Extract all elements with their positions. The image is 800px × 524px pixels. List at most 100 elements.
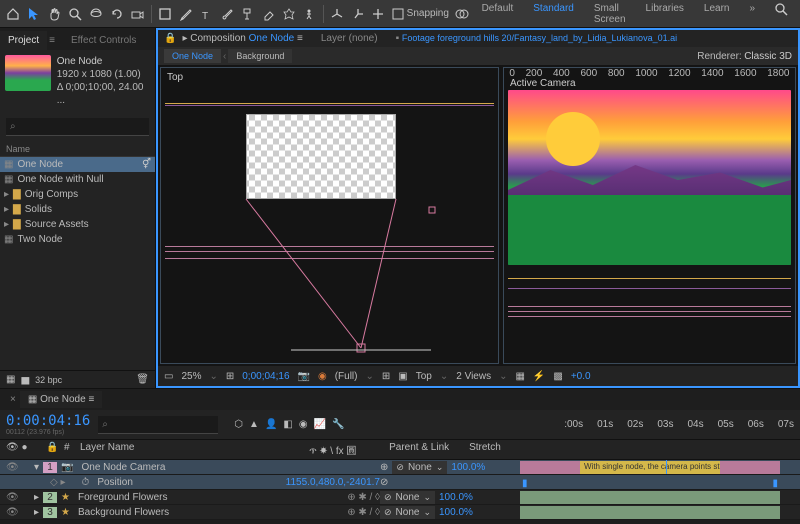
stretch-value[interactable]: 100.0% [439,507,473,518]
frame-blend-icon[interactable]: ◧ [283,419,292,430]
ws-more-icon[interactable]: » [743,0,761,29]
ws-learn[interactable]: Learn [698,0,736,29]
ws-standard[interactable]: Standard [527,0,580,29]
flowchart-icon[interactable]: ⚥ [142,159,151,170]
keyframe-icon[interactable]: ▮ [522,478,528,489]
project-item[interactable]: ▸▇Solids [0,202,155,217]
layer-name[interactable]: One Node Camera [77,462,380,473]
ws-libraries[interactable]: Libraries [640,0,690,29]
col-stretch[interactable]: Stretch [469,442,519,457]
ws-small[interactable]: Small Screen [588,0,632,29]
current-timecode[interactable]: 0:00:04:16 [6,413,90,429]
parent-dropdown[interactable]: ⊘ None ⌄ [380,506,435,519]
roto-tool-icon[interactable] [281,6,296,22]
search-help-icon[interactable] [769,0,794,29]
lock-icon[interactable]: 🔒 [164,33,176,44]
layer-row[interactable]: 👁▸2★Foreground Flowers⊕ ✱ / ◊⊘ None ⌄100… [0,490,800,505]
magnification-icon[interactable]: ▭ [164,371,173,382]
exposure-value[interactable]: +0.0 [571,371,591,382]
twirl-icon[interactable]: ▸ [4,204,9,215]
eraser-tool-icon[interactable] [261,6,276,22]
bpc-button[interactable]: 32 bpc [35,375,62,385]
brainstorm-icon[interactable]: 🔧 [332,419,344,430]
mask-icon[interactable]: ▣ [398,371,407,382]
tab-layer[interactable]: Layer (none) [321,33,378,44]
layer-marker[interactable]: With single node, the camera points stra… [580,461,720,474]
parent-dropdown[interactable]: ⊘ None ⌄ [392,461,447,474]
pen-tool-icon[interactable] [178,6,193,22]
brush-tool-icon[interactable] [219,6,234,22]
views-count-dropdown[interactable]: 2 Views [456,371,491,382]
visibility-toggle[interactable]: 👁 [6,492,16,503]
puppet-tool-icon[interactable] [302,6,317,22]
keyframe-nav-icon[interactable]: ◇ ▸ [50,477,66,488]
snapping-toggle[interactable]: Snapping [392,6,449,22]
stretch-value[interactable]: 100.0% [439,492,473,503]
motion-blur-icon[interactable]: ◉ [299,419,308,430]
clone-tool-icon[interactable] [240,6,255,22]
project-item[interactable]: ▦One Node⚥ [0,157,155,172]
fast-preview-icon[interactable]: ⚡ [533,371,545,382]
property-value[interactable]: 1155.0,480.0,-2401.7 [286,477,380,488]
tab-effect-controls[interactable]: Effect Controls [63,31,144,50]
shy-icon[interactable]: 👤 [265,419,277,430]
interpret-icon[interactable]: ▦ [6,374,15,385]
stretch-value[interactable]: 100.0% [451,462,485,473]
breadcrumb-item[interactable]: Background [228,49,292,63]
camera-tool-icon[interactable] [130,6,145,22]
project-item[interactable]: ▸▇Source Assets [0,217,155,232]
view-axis-icon[interactable] [371,6,386,22]
layer-bar[interactable] [520,506,780,519]
orbit-tool-icon[interactable] [89,6,104,22]
tab-composition[interactable]: Composition One Node [190,33,294,44]
layer-name[interactable]: Background Flowers [74,507,343,518]
timecode-display[interactable]: 0;00;04;16 [242,371,289,382]
project-item[interactable]: ▦One Node with Null [0,172,155,187]
playhead[interactable] [666,460,667,474]
shape-tool-icon[interactable] [158,6,173,22]
zoom-dropdown[interactable]: 25% [181,371,201,382]
parent-dropdown[interactable]: ⊘ None ⌄ [380,491,435,504]
active-camera-view[interactable]: 020040060080010001200140016001800 Active… [503,67,796,364]
home-icon[interactable] [6,6,21,22]
channel-icon[interactable]: ◉ [318,371,327,382]
local-axis-icon[interactable] [330,6,345,22]
delete-icon[interactable]: 🗑 [136,374,149,385]
type-tool-icon[interactable]: T [199,6,214,22]
zoom-tool-icon[interactable] [68,6,83,22]
timeline-tab[interactable]: ▦ One Node ≡ [20,391,102,408]
snapshot-icon[interactable]: 📷 [298,371,310,382]
tab-project[interactable]: Project [0,31,47,50]
layer-name[interactable]: Foreground Flowers [74,492,343,503]
keyframe-icon[interactable]: ▮ [772,478,778,489]
layer-search-input[interactable] [98,416,218,434]
visibility-toggle[interactable]: 👁 [6,462,16,473]
tab-footage[interactable]: ▪ Footage foreground hills 20/Fantasy_la… [396,33,678,44]
hand-tool-icon[interactable] [47,6,62,22]
name-column-header[interactable]: Name [0,142,155,157]
breadcrumb-item[interactable]: One Node [164,49,221,63]
mask-mode-icon[interactable] [455,6,470,22]
view-dropdown[interactable]: Top [416,371,432,382]
ws-default[interactable]: Default [476,0,520,29]
timeline-ruler[interactable]: :00s01s02s03s04s05s06s07s [564,419,794,430]
resolution-icon[interactable]: ⊞ [226,371,234,382]
grid-icon[interactable]: ⊞ [382,371,390,382]
property-row[interactable]: ◇ ▸⏱Position1155.0,480.0,-2401.7 ⊘ ▮▮ [0,475,800,490]
rotate-tool-icon[interactable] [109,6,124,22]
graph-editor-icon[interactable]: 📈 [314,419,326,430]
col-mode[interactable]: ጥ ☀ \ fx 圓 [309,442,389,457]
new-folder-icon[interactable]: ▅ [21,374,29,385]
quality-dropdown[interactable]: (Full) [335,371,358,382]
project-item[interactable]: ▦Two Node [0,232,155,247]
composition-flowchart-icon[interactable]: ⬡ [234,419,243,430]
stopwatch-icon[interactable]: ⏱ [70,477,90,488]
twirl-icon[interactable]: ▸ [4,219,9,230]
selection-tool-icon[interactable] [27,6,42,22]
layer-bar[interactable]: With single node, the camera points stra… [520,461,780,474]
visibility-toggle[interactable]: 👁 [6,507,16,518]
world-axis-icon[interactable] [350,6,365,22]
top-view[interactable]: Top [160,67,499,364]
layer-row[interactable]: 👁▸3★Background Flowers⊕ ✱ / ◊⊘ None ⌄100… [0,505,800,520]
timecode-area[interactable]: 0:00:04:16 00112 (23.976 fps) [6,413,90,436]
